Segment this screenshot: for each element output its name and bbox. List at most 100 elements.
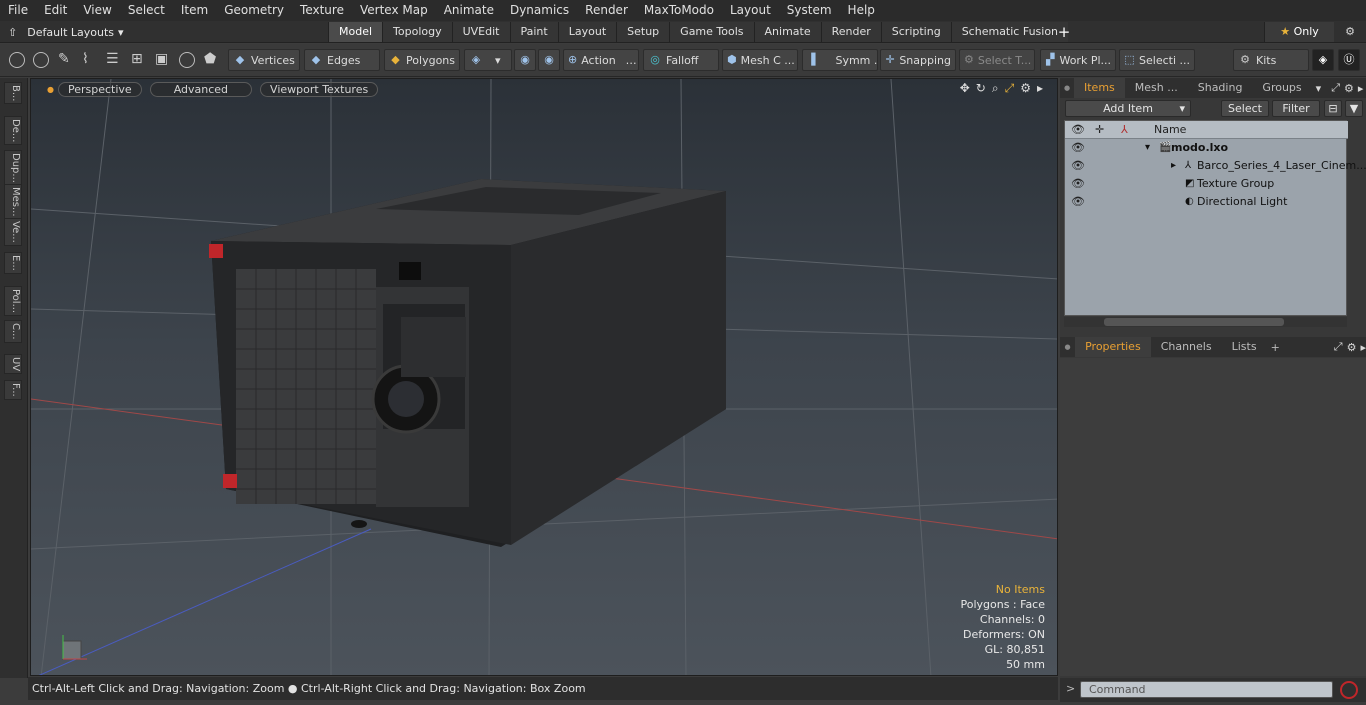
select-through-button[interactable]: ⚙ Select T... [959, 49, 1035, 71]
add-tab-button[interactable]: + [1271, 341, 1280, 354]
collapse-arrow-icon[interactable]: ▸ [1171, 157, 1176, 175]
left-tab-9[interactable]: F... [4, 380, 22, 400]
tree-row[interactable]: 👁 ▸ ⅄ Barco_Series_4_Laser_Cinem... [1065, 157, 1366, 175]
symmetry-button[interactable]: ▐ Symm ... [802, 49, 878, 71]
eye-icon[interactable]: 👁 [1071, 175, 1085, 193]
pen-icon[interactable]: ✎ [58, 51, 72, 69]
3d-viewport[interactable]: ● Perspective Advanced Viewport Textures… [30, 78, 1058, 676]
tree-row[interactable]: 👁 ▾ 🎬 modo.lxo [1065, 139, 1348, 157]
kits-button[interactable]: ⚙ Kits [1233, 49, 1309, 71]
circle-select-icon[interactable] [9, 52, 25, 68]
globe-icon[interactable] [33, 52, 49, 68]
tab-game-tools[interactable]: Game Tools [669, 22, 754, 42]
eye-icon[interactable]: 👁 [1071, 139, 1085, 157]
menu-vertex-map[interactable]: Vertex Map [352, 0, 436, 21]
command-input[interactable]: Command [1080, 681, 1333, 698]
menu-view[interactable]: View [75, 0, 119, 21]
left-tab-2[interactable]: Dup... [4, 150, 22, 186]
center-icon[interactable]: ⊞ [131, 51, 147, 69]
selection-sets-button[interactable]: ⬚ Selecti ... [1119, 49, 1195, 71]
menu-edit[interactable]: Edit [36, 0, 75, 21]
menu-item[interactable]: Item [173, 0, 216, 21]
left-tab-6[interactable]: Pol... [4, 286, 22, 317]
left-tab-0[interactable]: B... [4, 82, 22, 105]
maximize-icon[interactable]: ⤢ [1005, 81, 1015, 96]
tree-scrollbar[interactable] [1064, 317, 1347, 327]
collapse-icon[interactable]: ⊟ [1324, 100, 1342, 117]
tab-setup[interactable]: Setup [616, 22, 670, 42]
advanced-button[interactable]: Advanced [149, 81, 253, 97]
left-tab-8[interactable]: UV [4, 354, 22, 375]
perspective-button[interactable]: Perspective [57, 81, 142, 97]
eye-icon[interactable]: 👁 [1071, 157, 1085, 175]
vertices-button[interactable]: ◆ Vertices [228, 49, 300, 71]
gear-icon[interactable]: ⚙ [1347, 341, 1357, 354]
tab-uvedit[interactable]: UVEdit [451, 22, 510, 42]
menu-geometry[interactable]: Geometry [216, 0, 292, 21]
left-tab-4[interactable]: Ve... [4, 218, 22, 246]
tab-animate[interactable]: Animate [753, 22, 821, 42]
menu-file[interactable]: File [0, 0, 36, 21]
rotate-icon[interactable] [179, 52, 195, 68]
left-tab-7[interactable]: C... [4, 320, 22, 343]
action-button[interactable]: ⊕ Action… [563, 49, 639, 71]
funnel-icon[interactable]: ▼ [1345, 100, 1363, 117]
mesh-constraints-button[interactable]: ⬢ Mesh C ... [722, 49, 798, 71]
items-tab-shading[interactable]: Shading [1188, 78, 1253, 98]
play-icon[interactable]: ▸ [1360, 341, 1366, 354]
props-tab-lists[interactable]: Lists [1222, 337, 1267, 357]
play-icon[interactable]: ▸ [1037, 81, 1043, 96]
tab-layout[interactable]: Layout [557, 22, 617, 42]
menu-layout[interactable]: Layout [722, 0, 779, 21]
play-icon[interactable]: ▸ [1358, 82, 1364, 95]
tree-row[interactable]: 👁 ◐ Directional Light [1065, 193, 1348, 211]
unity-icon[interactable]: ◈ [1312, 49, 1334, 71]
props-tab-channels[interactable]: Channels [1151, 337, 1222, 357]
tab-schematic-fusion[interactable]: Schematic Fusion [950, 22, 1069, 42]
viewport-textures-button[interactable]: Viewport Textures [260, 81, 379, 97]
filter-button[interactable]: Filter [1272, 100, 1320, 117]
tab-model[interactable]: Model [328, 22, 383, 42]
expand-icon[interactable]: ⤢ [1331, 81, 1340, 95]
menu-help[interactable]: Help [840, 0, 883, 21]
tab-render[interactable]: Render [820, 22, 881, 42]
pan-icon[interactable]: ✥ [960, 81, 970, 96]
falloff-button[interactable]: ◎ Falloff [643, 49, 719, 71]
align-icon[interactable]: ☰ [106, 51, 122, 69]
record-icon[interactable] [1340, 681, 1358, 699]
items-tab-mesh[interactable]: Mesh ... [1125, 78, 1188, 98]
item-mode-button[interactable]: ◈ ▾ [464, 49, 512, 71]
lock-icon[interactable]: ◉ [538, 49, 560, 71]
menu-system[interactable]: System [779, 0, 840, 21]
add-tab-button[interactable]: + [1056, 22, 1072, 42]
items-tab-items[interactable]: Items [1074, 78, 1125, 98]
polygons-button[interactable]: ◆ Polygons [384, 49, 460, 71]
menu-texture[interactable]: Texture [292, 0, 352, 21]
gear-icon[interactable]: ⚙ [1340, 22, 1360, 42]
frame-icon[interactable]: ▣ [155, 51, 171, 69]
only-button[interactable]: ★ Only [1264, 22, 1334, 42]
orbit-icon[interactable]: ↻ [976, 81, 986, 96]
menu-render[interactable]: Render [577, 0, 636, 21]
gear-icon[interactable]: ⚙ [1344, 82, 1354, 95]
tree-row[interactable]: 👁 ◩ Texture Group [1065, 175, 1348, 193]
select-button[interactable]: Select [1221, 100, 1269, 117]
tab-scripting[interactable]: Scripting [880, 22, 951, 42]
items-tab-groups[interactable]: Groups [1252, 78, 1311, 98]
chevron-down-icon[interactable]: ▾ [1316, 82, 1322, 95]
menu-select[interactable]: Select [120, 0, 173, 21]
left-tab-5[interactable]: E... [4, 252, 22, 274]
menu-animate[interactable]: Animate [436, 0, 502, 21]
gear-icon[interactable]: ⚙ [1020, 81, 1031, 96]
props-tab-properties[interactable]: Properties [1075, 337, 1151, 357]
tab-topology[interactable]: Topology [382, 22, 452, 42]
scroll-thumb[interactable] [1104, 318, 1284, 326]
eye-icon[interactable]: 👁 [1071, 193, 1085, 211]
material-icon[interactable]: ◉ [514, 49, 536, 71]
menu-dynamics[interactable]: Dynamics [502, 0, 577, 21]
tab-paint[interactable]: Paint [509, 22, 558, 42]
edges-button[interactable]: ◆ Edges [304, 49, 380, 71]
menu-maxtomodo[interactable]: MaxToModo [636, 0, 722, 21]
expand-icon[interactable]: ⤢ [1334, 340, 1343, 354]
work-plane-button[interactable]: ▞ Work Pl... [1040, 49, 1116, 71]
